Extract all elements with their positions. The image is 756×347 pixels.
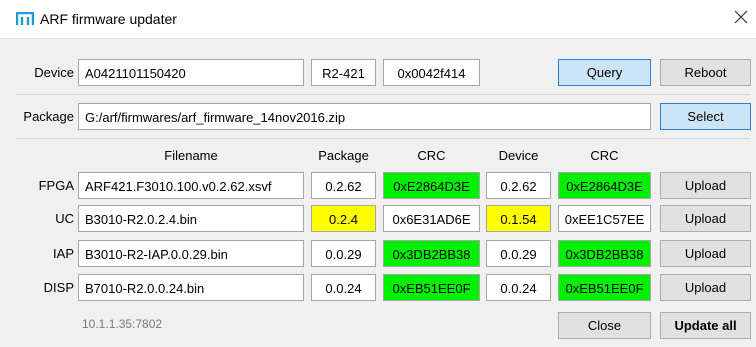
disp-device-crc: 0xEB51EE0F (558, 274, 651, 301)
fpga-package-crc: 0xE2864D3E (383, 172, 480, 199)
column-header-package-crc: CRC (417, 148, 446, 163)
device-id-field[interactable]: 0x0042f414 (383, 59, 480, 86)
fpga-device-crc: 0xE2864D3E (558, 172, 651, 199)
fpga-filename-field[interactable]: ARF421.F3010.100.v0.2.62.xsvf (78, 172, 304, 199)
device-label: Device (34, 65, 74, 80)
package-label: Package (23, 109, 74, 124)
disp-upload-button[interactable]: Upload (660, 274, 751, 301)
disp-package-crc: 0xEB51EE0F (383, 274, 480, 301)
column-header-device-crc: CRC (590, 148, 619, 163)
uc-device-version: 0.1.54 (486, 205, 551, 232)
divider (16, 138, 750, 139)
fpga-package-version: 0.2.62 (311, 172, 376, 199)
title-bar: ARF firmware updater (0, 0, 756, 39)
device-revision-field[interactable]: R2-421 (311, 59, 376, 86)
row-label-iap: IAP (53, 246, 74, 261)
reboot-button[interactable]: Reboot (660, 59, 751, 86)
connection-status: 10.1.1.35:7802 (82, 317, 163, 331)
disp-package-version: 0.0.24 (311, 274, 376, 301)
row-label-uc: UC (55, 211, 74, 226)
uc-filename-field[interactable]: B3010-R2.0.2.4.bin (78, 205, 304, 232)
disp-device-version: 0.0.24 (486, 274, 551, 301)
select-button[interactable]: Select (660, 103, 751, 130)
update-all-button[interactable]: Update all (660, 312, 751, 339)
fpga-device-version: 0.2.62 (486, 172, 551, 199)
iap-filename-field[interactable]: B3010-R2-IAP.0.0.29.bin (78, 240, 304, 267)
iap-package-crc: 0x3DB2BB38 (383, 240, 480, 267)
uc-package-version: 0.2.4 (311, 205, 376, 232)
window-title: ARF firmware updater (40, 11, 177, 27)
disp-filename-field[interactable]: B7010-R2.0.0.24.bin (78, 274, 304, 301)
iap-upload-button[interactable]: Upload (660, 240, 751, 267)
iap-package-version: 0.0.29 (311, 240, 376, 267)
column-header-filename: Filename (164, 148, 218, 163)
uc-upload-button[interactable]: Upload (660, 205, 751, 232)
device-serial-field[interactable]: A0421101150420 (78, 59, 304, 86)
query-button[interactable]: Query (558, 59, 651, 86)
row-label-fpga: FPGA (38, 178, 74, 193)
divider (16, 94, 750, 95)
iap-device-version: 0.0.29 (486, 240, 551, 267)
uc-package-crc: 0x6E31AD6E (383, 205, 480, 232)
iap-device-crc: 0x3DB2BB38 (558, 240, 651, 267)
column-header-device: Device (498, 148, 539, 163)
package-path-field[interactable]: G:/arf/firmwares/arf_firmware_14nov2016.… (78, 103, 651, 130)
row-label-disp: DISP (43, 280, 74, 295)
column-header-package: Package (318, 148, 369, 163)
fpga-upload-button[interactable]: Upload (660, 172, 751, 199)
uc-device-crc: 0xEE1C57EE (558, 205, 651, 232)
app-icon (16, 12, 34, 25)
close-icon[interactable] (733, 9, 749, 25)
close-button[interactable]: Close (558, 312, 651, 339)
